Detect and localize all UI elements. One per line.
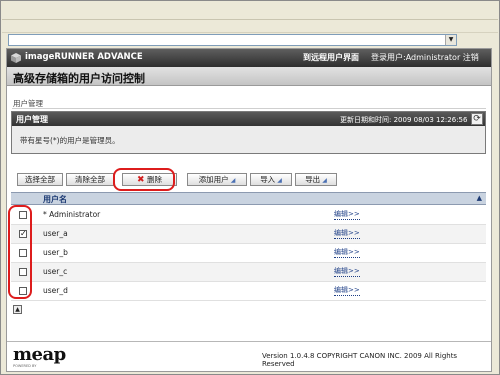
- footer-divider: [7, 341, 491, 342]
- menu-arrow-icon: ◢: [230, 177, 236, 184]
- table-row: ✓ user_a 编辑>>: [11, 225, 486, 244]
- export-label: 导出: [305, 175, 321, 184]
- add-user-button[interactable]: 添加用户 ◢: [187, 173, 247, 186]
- panel-title: 用户管理: [16, 115, 48, 124]
- user-management-panel: 用户管理 更新日期和时间: 2009 08/03 12:26:56 ⟳ 带有星号…: [11, 111, 486, 154]
- table-row: user_d 编辑>>: [11, 282, 486, 301]
- login-user-text[interactable]: 登录用户:Administrator 注销: [371, 52, 479, 63]
- menu-arrow-icon: ◢: [277, 177, 282, 184]
- meap-logo: meap: [13, 344, 66, 365]
- edit-link[interactable]: 编辑>>: [334, 228, 360, 239]
- highlight-delete-ring: [113, 168, 175, 191]
- edit-link[interactable]: 编辑>>: [334, 247, 360, 258]
- column-header-username[interactable]: 用户名: [43, 194, 67, 205]
- clear-all-button[interactable]: 清除全部: [66, 173, 114, 186]
- refresh-icon[interactable]: ⟳: [471, 113, 483, 125]
- sort-up-icon[interactable]: ▲: [477, 194, 482, 202]
- scroll-top-icon[interactable]: ▲: [13, 305, 22, 314]
- username: user_c: [43, 267, 68, 276]
- address-dropdown-button[interactable]: ▼: [445, 35, 456, 45]
- table-header: 用户名 ▲: [11, 192, 486, 205]
- menu-arrow-icon: ◢: [322, 177, 327, 184]
- select-all-button[interactable]: 选择全部: [17, 173, 63, 186]
- meap-logo-subtext: POWERED BY: [13, 364, 37, 368]
- add-user-label: 添加用户: [198, 175, 229, 184]
- highlight-checkbox-ring: [8, 205, 32, 299]
- product-name: imageRUNNER ADVANCE: [25, 52, 143, 62]
- table-row: user_b 编辑>>: [11, 244, 486, 263]
- username: user_d: [43, 286, 68, 295]
- updated-timestamp: 更新日期和时间: 2009 08/03 12:26:56: [340, 116, 468, 124]
- top-header: imageRUNNER ADVANCE 到远程用户界面 登录用户:Adminis…: [7, 49, 491, 67]
- page-title: 高级存储箱的用户访问控制: [13, 72, 145, 85]
- box-logo-icon: [11, 53, 21, 63]
- browser-window: ▼ imageRUNNER ADVANCE 到远程用户界面 登录用户:Admin…: [0, 0, 500, 375]
- edit-link[interactable]: 编辑>>: [334, 266, 360, 277]
- browser-toolbar: [2, 21, 498, 33]
- remote-ui-link[interactable]: 到远程用户界面: [303, 52, 359, 63]
- import-label: 导入: [260, 175, 276, 184]
- admin-note: 带有星号(*)的用户是管理员。: [20, 136, 120, 145]
- title-bar: 高级存储箱的用户访问控制: [7, 67, 491, 86]
- browser-menubar: [2, 2, 498, 20]
- panel-header: 用户管理 更新日期和时间: 2009 08/03 12:26:56 ⟳: [12, 112, 485, 126]
- export-button[interactable]: 导出 ◢: [295, 173, 337, 186]
- table-row: user_c 编辑>>: [11, 263, 486, 282]
- version-copyright: Version 1.0.4.8 COPYRIGHT CANON INC. 200…: [262, 352, 458, 368]
- toolbar: 选择全部 清除全部 ✖ 删除 添加用户 ◢ 导入 ◢ 导出 ◢: [11, 173, 486, 187]
- address-bar[interactable]: ▼: [8, 34, 457, 46]
- username: user_b: [43, 248, 68, 257]
- username: * Administrator: [43, 210, 101, 219]
- edit-link[interactable]: 编辑>>: [334, 285, 360, 296]
- username: user_a: [43, 229, 68, 238]
- table-row: * Administrator 编辑>>: [11, 206, 486, 225]
- divider: [12, 108, 486, 109]
- web-page: imageRUNNER ADVANCE 到远程用户界面 登录用户:Adminis…: [6, 48, 492, 372]
- edit-link[interactable]: 编辑>>: [334, 209, 360, 220]
- import-button[interactable]: 导入 ◢: [250, 173, 292, 186]
